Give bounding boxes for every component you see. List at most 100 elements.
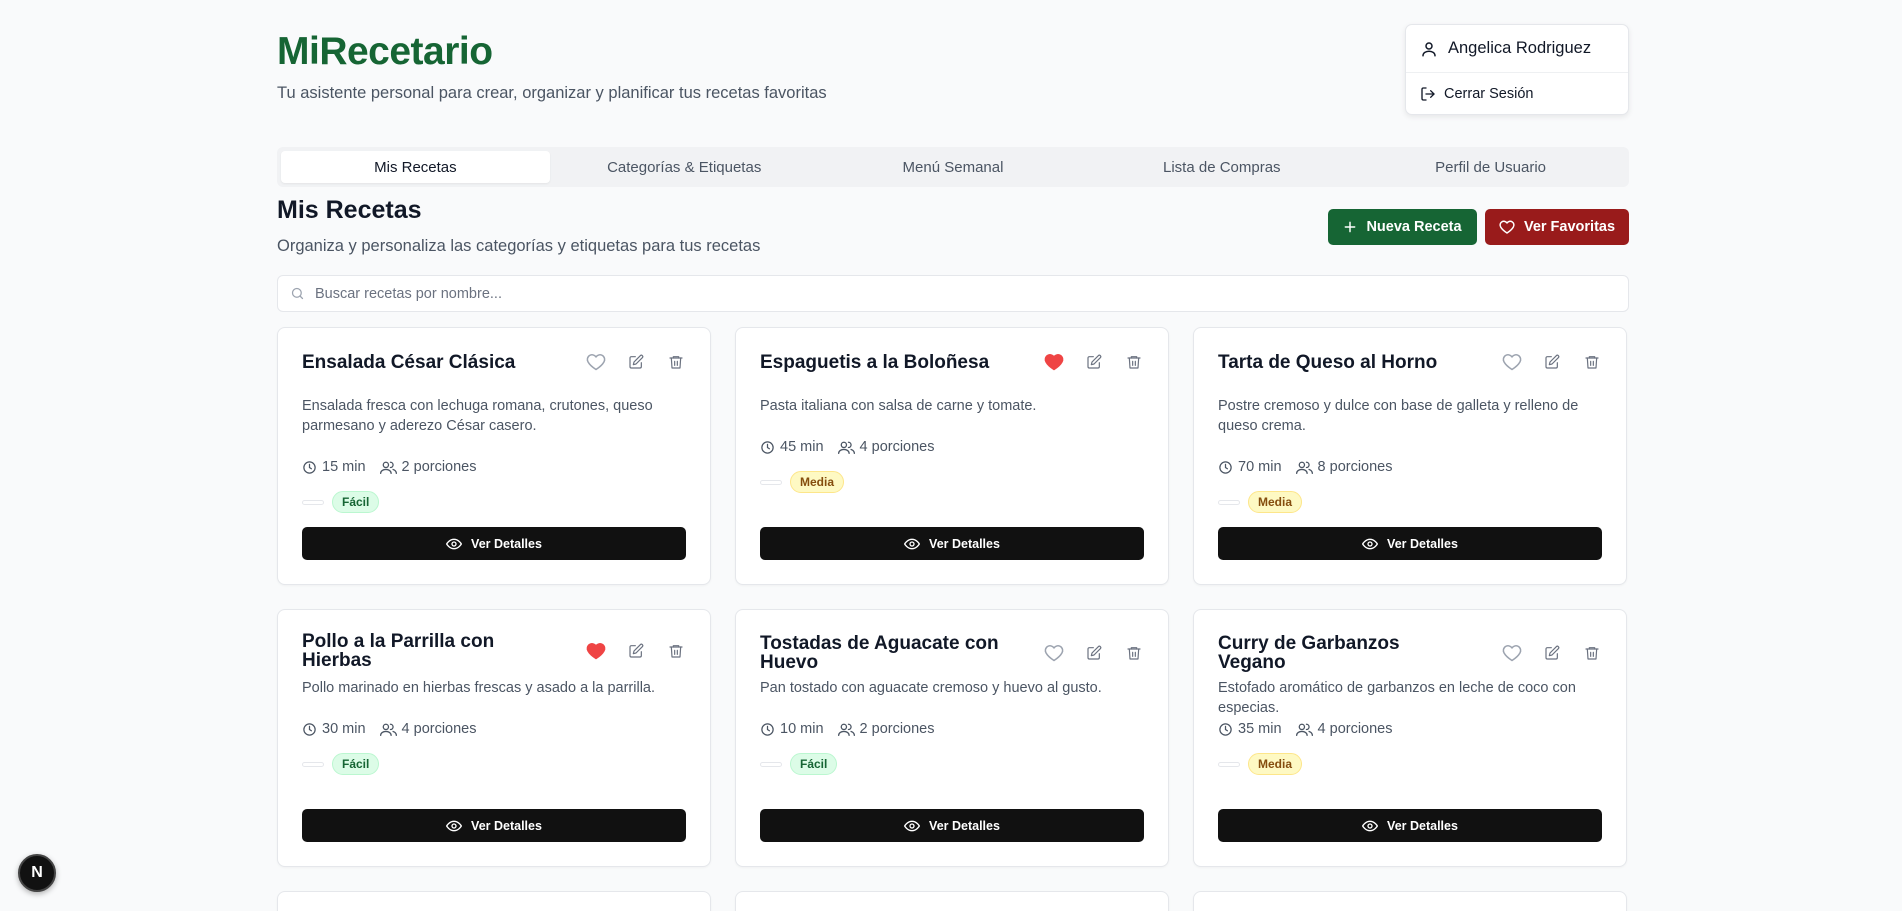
recipe-title: Tarta de Queso al Horno <box>1218 351 1438 373</box>
edit-button[interactable] <box>626 641 646 661</box>
trash-icon <box>1127 356 1141 369</box>
clock-icon <box>1219 460 1232 474</box>
nextjs-dev-badge[interactable]: N <box>18 854 56 892</box>
users-icon <box>1295 461 1313 474</box>
logout-label: Cerrar Sesión <box>1444 85 1534 102</box>
recipe-card: Curry de Garbanzos Vegano Estofado aromá… <box>1193 609 1627 867</box>
recipe-servings: 8 porciones <box>1317 459 1393 475</box>
view-details-button[interactable]: Ver Detalles <box>760 809 1144 842</box>
favorite-button[interactable] <box>1502 643 1522 663</box>
recipe-card: Tarta de Queso al Horno Postre cremoso y… <box>1193 327 1627 585</box>
favorite-button[interactable] <box>1044 352 1064 372</box>
recipe-tags: Media <box>760 471 845 493</box>
delete-button[interactable] <box>1582 352 1602 372</box>
recipe-time: 70 min <box>1238 459 1282 475</box>
recipe-tags: Media <box>1218 491 1303 513</box>
view-details-button[interactable]: Ver Detalles <box>1218 809 1602 842</box>
tab-lista-compras[interactable]: Lista de Compras <box>1087 151 1356 183</box>
delete-button[interactable] <box>1124 352 1144 372</box>
tab-mis-recetas[interactable]: Mis Recetas <box>281 151 550 183</box>
view-details-label: Ver Detalles <box>929 536 1000 551</box>
heart-outline-icon <box>1044 645 1064 662</box>
new-recipe-label: Nueva Receta <box>1366 219 1462 235</box>
edit-button[interactable] <box>1084 643 1104 663</box>
heart-outline-icon <box>1502 645 1522 662</box>
edit-button[interactable] <box>1542 352 1562 372</box>
heart-icon <box>1499 220 1515 234</box>
view-details-button[interactable]: Ver Detalles <box>760 527 1144 560</box>
view-favorites-button[interactable]: Ver Favoritas <box>1485 209 1629 245</box>
edit-button[interactable] <box>1084 352 1104 372</box>
user-name-row[interactable]: Angelica Rodriguez <box>1406 25 1628 73</box>
recipe-servings: 4 porciones <box>401 721 477 737</box>
recipe-time: 10 min <box>780 721 824 737</box>
tab-categorias[interactable]: Categorías & Etiquetas <box>550 151 819 183</box>
recipe-card: Pollo a la Parrilla con Hierbas Pollo ma… <box>277 609 711 867</box>
difficulty-badge: Media <box>1248 753 1303 775</box>
favorite-button[interactable] <box>1044 643 1064 663</box>
heart-outline-icon <box>586 354 606 371</box>
recipe-description: Postre cremoso y dulce con base de galle… <box>1218 398 1579 434</box>
favorite-button[interactable] <box>586 352 606 372</box>
app-subtitle: Tu asistente personal para crear, organi… <box>277 84 827 102</box>
recipe-meta: 10 min 2 porciones <box>760 721 935 737</box>
recipe-tags: Fácil <box>302 491 380 513</box>
recipe-title: Tostadas de Aguacate con Huevo <box>760 633 999 673</box>
difficulty-badge: Fácil <box>790 753 838 775</box>
edit-icon <box>1545 354 1560 369</box>
recipe-card: Tostadas de Aguacate con Huevo Pan tosta… <box>735 609 1169 867</box>
view-details-button[interactable]: Ver Detalles <box>302 527 686 560</box>
difficulty-badge: Fácil <box>332 753 380 775</box>
view-details-button[interactable]: Ver Detalles <box>302 809 686 842</box>
recipe-card <box>1193 891 1627 911</box>
recipe-title: Curry de Garbanzos Vegano <box>1218 633 1400 673</box>
search-icon <box>291 287 304 300</box>
difficulty-badge: Media <box>1248 491 1303 513</box>
plus-icon <box>1345 221 1356 233</box>
favorite-button[interactable] <box>586 641 606 661</box>
delete-button[interactable] <box>666 641 686 661</box>
users-icon <box>837 723 855 736</box>
app-title: MiRecetario <box>277 30 493 73</box>
recipe-servings: 2 porciones <box>859 721 935 737</box>
edit-button[interactable] <box>626 352 646 372</box>
trash-icon <box>1585 356 1599 369</box>
edit-icon <box>1545 645 1560 660</box>
view-favorites-label: Ver Favoritas <box>1523 219 1616 235</box>
recipe-tags: Media <box>1218 753 1303 775</box>
clock-icon <box>761 440 774 454</box>
logout-button[interactable]: Cerrar Sesión <box>1406 73 1628 114</box>
edit-icon <box>629 354 644 369</box>
section-title: Mis Recetas <box>277 196 422 224</box>
search-input[interactable] <box>315 285 1515 302</box>
delete-button[interactable] <box>1582 643 1602 663</box>
recipe-meta: 15 min 2 porciones <box>302 459 477 475</box>
section-subtitle: Organiza y personaliza las categorías y … <box>277 237 761 255</box>
eye-icon <box>1362 538 1379 549</box>
recipe-meta: 30 min 4 porciones <box>302 721 477 737</box>
empty-category-tag <box>760 761 782 767</box>
view-details-label: Ver Detalles <box>471 536 542 551</box>
delete-button[interactable] <box>666 352 686 372</box>
eye-icon <box>1362 820 1379 831</box>
edit-icon <box>1087 354 1102 369</box>
new-recipe-button[interactable]: Nueva Receta <box>1328 209 1477 245</box>
recipe-card: Espaguetis a la Boloñesa Pasta italiana … <box>735 327 1169 585</box>
trash-icon <box>669 645 683 658</box>
eye-icon <box>904 820 921 831</box>
view-details-button[interactable]: Ver Detalles <box>1218 527 1602 560</box>
clock-icon <box>303 722 316 736</box>
recipe-meta: 35 min 4 porciones <box>1218 721 1393 737</box>
empty-category-tag <box>1218 761 1240 767</box>
user-menu: Angelica Rodriguez Cerrar Sesión <box>1405 24 1629 115</box>
tab-perfil[interactable]: Perfil de Usuario <box>1356 151 1625 183</box>
recipe-tags: Fácil <box>760 753 838 775</box>
favorite-button[interactable] <box>1502 352 1522 372</box>
search-bar <box>277 275 1629 312</box>
delete-button[interactable] <box>1124 643 1144 663</box>
empty-category-tag <box>302 499 324 505</box>
recipe-description: Pollo marinado en hierbas frescas y asad… <box>302 680 656 696</box>
trash-icon <box>1127 647 1141 660</box>
tab-menu-semanal[interactable]: Menú Semanal <box>819 151 1088 183</box>
edit-button[interactable] <box>1542 643 1562 663</box>
